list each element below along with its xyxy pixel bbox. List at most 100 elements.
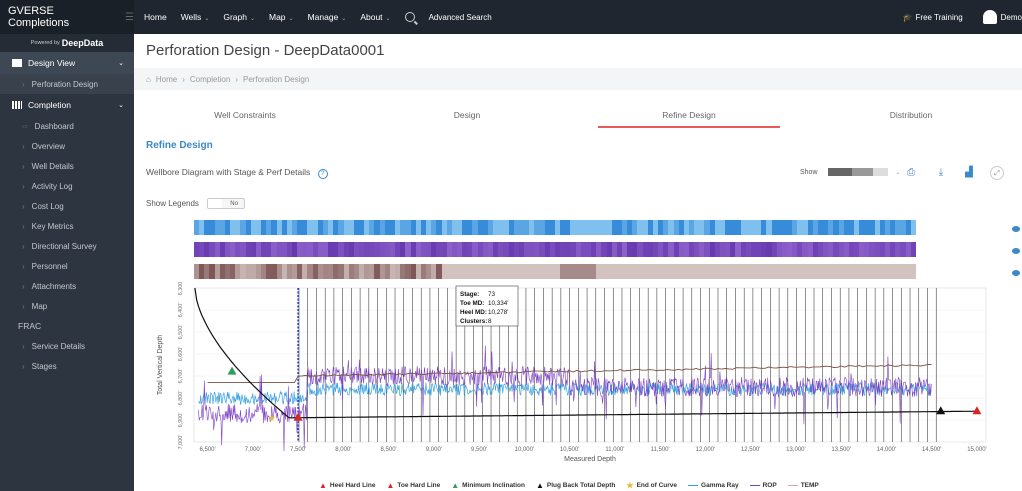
chevron-down-icon: ⌄ [341, 16, 347, 22]
end-of-curve-marker: ★ [268, 413, 276, 423]
breadcrumb: ⌂ Home › Completion › Perforation Design [134, 68, 1022, 90]
tooltip-value: 10,334' [488, 300, 508, 307]
x-tick-label: 10,000' [515, 447, 535, 453]
tab-bar: Well Constraints Design Refine Design Distr… [134, 104, 1022, 128]
show-select[interactable]: Show ⌄ [800, 168, 901, 176]
legend-item[interactable]: ▲ Toe Hard Line [386, 481, 440, 490]
sidebar-item-overview[interactable]: Overview [0, 136, 134, 156]
legend-item[interactable]: Gamma Ray [688, 481, 739, 490]
plot-area [193, 287, 987, 443]
wellbore-chart[interactable]: 6,300' 6,400' 6,500' 6,600' 6,700' 6,800' 6,90… [134, 282, 1022, 478]
nav-about[interactable]: About ⌄ [360, 12, 390, 22]
show-legends: Show Legends No [146, 198, 245, 209]
legend-item[interactable]: ▲ Heel Hard Line [319, 481, 375, 490]
legend-item[interactable]: TEMP [787, 481, 819, 490]
nav-map[interactable]: Map ⌄ [269, 12, 294, 22]
sidebar-frac[interactable]: FRAC [0, 316, 134, 336]
x-tick-label: 15,000' [967, 447, 987, 453]
user-menu[interactable]: Demo [1001, 13, 1022, 22]
legend-line [787, 484, 798, 487]
tab-well-constraints[interactable]: Well Constraints [134, 104, 356, 128]
y-axis-label: Total Vertical Depth [157, 335, 164, 395]
eye-icon[interactable] [1012, 248, 1020, 254]
legend-line [688, 484, 699, 487]
graduation-cap-icon: 🎓 [902, 12, 913, 22]
help-icon[interactable]: ? [317, 169, 328, 179]
download-icon[interactable]: ⤓ [934, 166, 948, 180]
sidebar-item-perforation-design[interactable]: Perforation Design [0, 74, 134, 94]
sidebar-item-personnel[interactable]: Personnel [0, 256, 134, 276]
sidebar-completion[interactable]: Completion ⌄ [0, 94, 134, 116]
legend-label: Heel Hard Line [329, 482, 376, 489]
sidebar-design-view[interactable]: Design View ⌄ [0, 52, 134, 74]
show-legends-label: Show Legends [146, 199, 199, 208]
nav-wells[interactable]: Wells ⌄ [181, 12, 210, 22]
powered-by: Powered by DeepData [0, 34, 134, 52]
legend-item[interactable]: ROP [749, 481, 777, 490]
print-icon[interactable]: ⎙ [904, 166, 918, 180]
sidebar-item-stages[interactable]: Stages [0, 356, 134, 376]
sidebar-item-attachments[interactable]: Attachments [0, 276, 134, 296]
nav-home[interactable]: Home [144, 12, 167, 22]
x-tick-label: 10,500' [560, 447, 580, 453]
legend-item[interactable]: ▲ Minimum Inclination [451, 481, 525, 490]
legend-line [749, 484, 760, 487]
chevron-down-icon: ⌄ [249, 16, 255, 22]
x-tick-label: 13,500' [831, 447, 851, 453]
sidebar-item-key-metrics[interactable]: Key Metrics [0, 216, 134, 236]
top-navbar: GVERSE Completions ☰ Home Wells ⌄ Graph ⌄ Map… [0, 0, 1022, 34]
legend-item[interactable]: ★ End of Curve [626, 481, 677, 490]
sidebar: Powered by DeepData Design View ⌄ Perfor… [0, 34, 134, 491]
tab-design[interactable]: Design [356, 104, 578, 128]
sidebar-design-view-label: Design View [28, 58, 76, 68]
tooltip-value: 8 [488, 318, 492, 325]
nav-manage[interactable]: Manage ⌄ [308, 12, 347, 22]
legends-toggle[interactable]: No [206, 198, 245, 209]
show-select-value[interactable] [827, 168, 888, 176]
nav-label: Graph [223, 12, 247, 22]
breadcrumb-current: Perforation Design [243, 74, 310, 84]
sidebar-item-map[interactable]: Map [0, 296, 134, 316]
y-tick-label: 6,700' [178, 369, 184, 384]
diagram-heading: Wellbore Diagram with Stage & Perf Detai… [146, 167, 328, 179]
legend-item[interactable]: ▲ Plug Back Total Depth [536, 481, 615, 490]
advanced-search-link[interactable]: Advanced Search [429, 13, 492, 22]
sidebar-item-directional-survey[interactable]: Directional Survey [0, 236, 134, 256]
breadcrumb-completion[interactable]: Completion [190, 75, 230, 84]
nav-label: Home [144, 12, 167, 22]
tab-refine-design[interactable]: Refine Design [578, 104, 800, 128]
show-label: Show [800, 168, 818, 176]
sidebar-item-dashboard[interactable]: Dashboard [0, 116, 134, 136]
user-avatar[interactable] [982, 10, 997, 24]
triangle-icon: ▲ [451, 481, 460, 490]
search-icon[interactable] [404, 12, 415, 22]
free-training-link[interactable]: Free Training [916, 13, 963, 22]
chart-image-icon[interactable]: ▟ [962, 166, 976, 180]
nav-graph[interactable]: Graph ⌄ [223, 12, 255, 22]
y-tick-label: 7,000' [178, 435, 184, 450]
sidebar-item-activity-log[interactable]: Activity Log [0, 176, 134, 196]
stage-strip-gamma[interactable] [194, 220, 916, 235]
chevron-down-icon: ⌄ [118, 102, 124, 109]
sidebar-item-service-details[interactable]: Service Details [0, 336, 134, 356]
eye-icon[interactable] [1012, 226, 1020, 232]
sidebar-item-cost-log[interactable]: Cost Log [0, 196, 134, 216]
breadcrumb-home[interactable]: Home [156, 75, 177, 84]
tooltip-label: Clusters: [460, 318, 487, 325]
x-tick-label: 11,000' [605, 447, 624, 453]
legend-label: Plug Back Total Depth [546, 482, 616, 489]
topbar-right: 🎓 Free Training Demo [903, 0, 1022, 34]
y-tick-label: 6,900' [178, 413, 184, 428]
x-tick-label: 9,000' [426, 447, 442, 453]
brand-logo[interactable]: GVERSE Completions ☰ [0, 0, 134, 34]
tab-distribution[interactable]: Distribution [800, 104, 1022, 128]
nav-label: About [360, 12, 383, 22]
chart-legend: ▲ Heel Hard Line ▲ Toe Hard Line ▲ Minimum In… [319, 481, 830, 490]
stage-strip-temp[interactable] [194, 264, 916, 279]
stage-strip-rop[interactable] [194, 242, 916, 257]
expand-icon[interactable]: ⤢ [990, 166, 1004, 180]
eye-icon[interactable] [1012, 270, 1020, 276]
menu-toggle-icon[interactable]: ☰ [125, 12, 134, 23]
legend-label: ROP [762, 482, 777, 489]
sidebar-item-well-details[interactable]: Well Details [0, 156, 134, 176]
